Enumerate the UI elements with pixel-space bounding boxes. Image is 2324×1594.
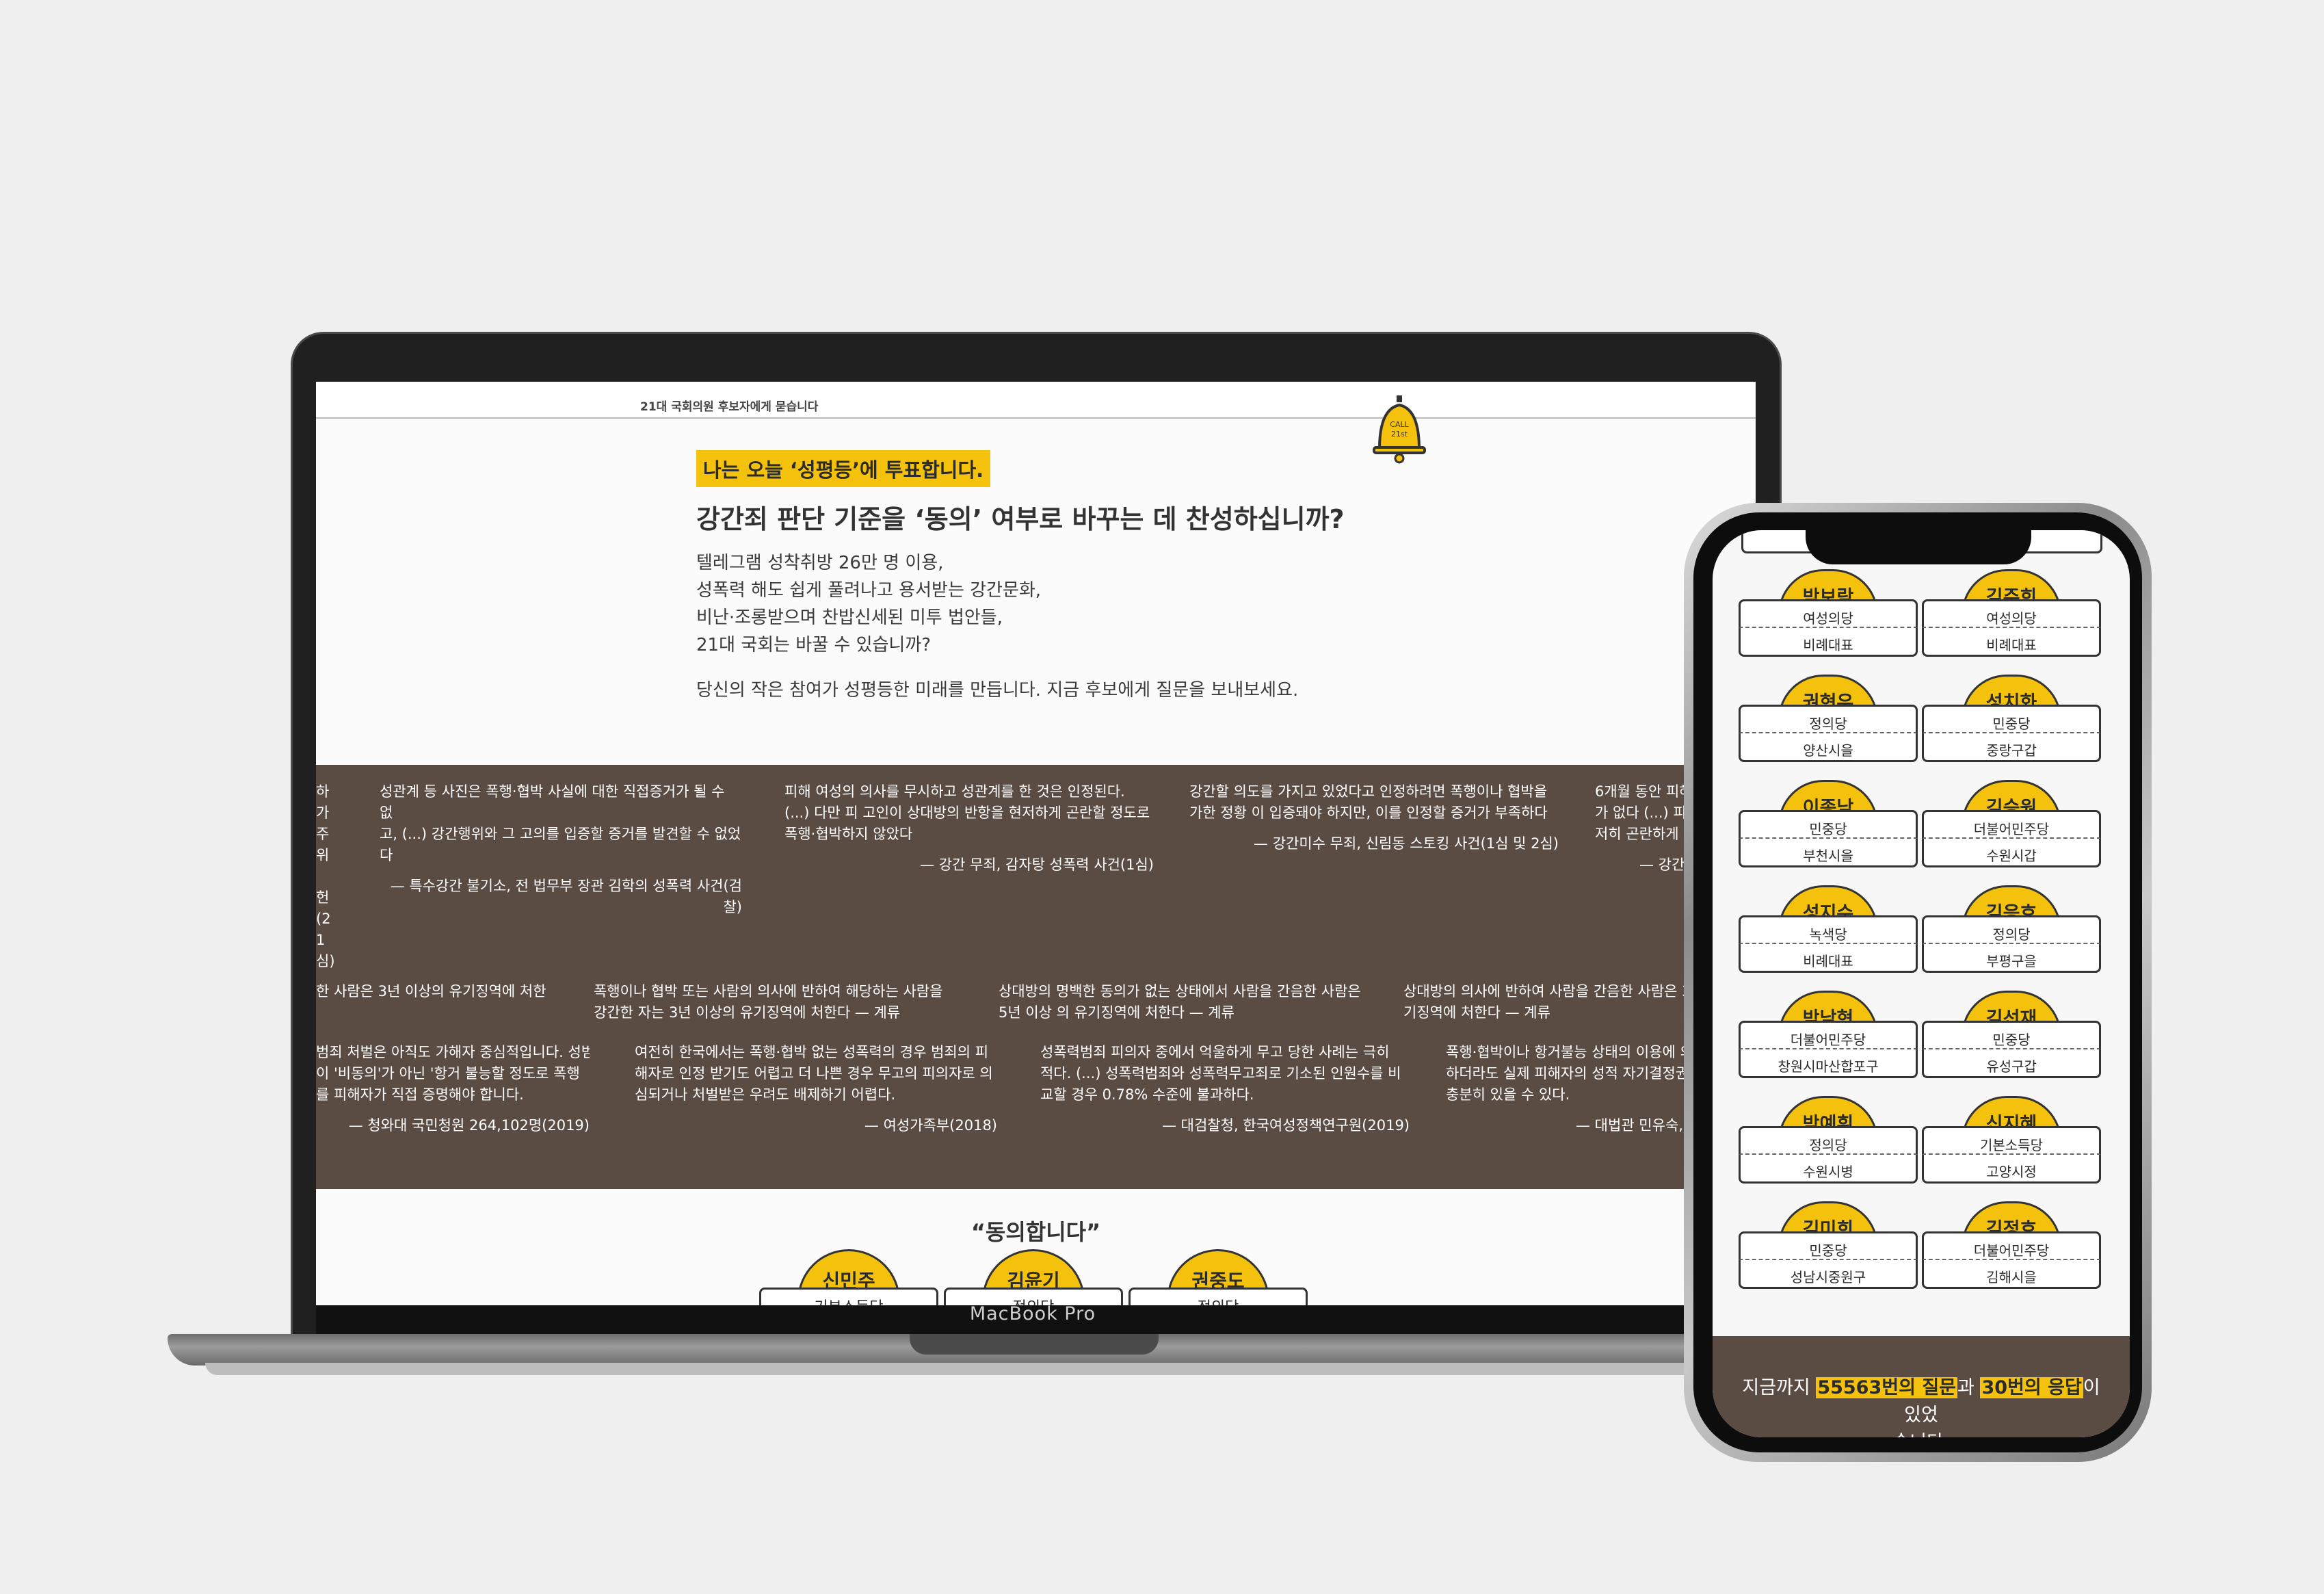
candidate-card[interactable]: 박남현 더불어민주당 창원시마산합포구 [1739, 991, 1918, 1086]
laptop-screen: 21대 국회의원 후보자에게 묻습니다 CALL 21st 나는 오늘 ‘성평등… [316, 382, 1756, 1305]
laptop-shadow [205, 1363, 1874, 1375]
candidate-region: 창원시마산합포구 [1739, 1049, 1918, 1078]
intro-text: 텔레그램 성착취방 26만 명 이용, 성폭력 해도 쉽게 풀려나고 용서받는 … [696, 553, 1042, 655]
candidate-card[interactable]: 김정호 더불어민주당 김해시을 [1922, 1201, 2101, 1297]
candidate-card[interactable]: 김주희 여성의당 비례대표 [1922, 569, 2101, 665]
cta-text: 당신의 작은 참여가 성평등한 미래를 만듭니다. 지금 후보에게 질문을 보내… [696, 680, 1299, 701]
phone-screen: 박보람 여성의당 비례대표 김주희 여성의당 비례대표 권현우 정의당 양산시을 성치화 민중당 중랑… [1713, 530, 2130, 1437]
candidate-party: 정의당 [1739, 705, 1918, 733]
candidate-party: 여성의당 [1739, 599, 1918, 628]
candidate-card[interactable]: 김선재 민중당 유성구갑 [1922, 991, 2101, 1086]
candidate-region: 비례대표 [1739, 944, 1918, 973]
candidate-party: 더불어민주당 [1922, 1231, 2101, 1260]
candidate-party: 녹색당 [1739, 915, 1918, 944]
candidate-card[interactable]: 이종남 민중당 부천시을 [1739, 780, 1918, 876]
question-count: 55563번의 질문 [1816, 1377, 1958, 1398]
candidate-party: 민중당 [1922, 705, 2101, 733]
bell-logo-icon[interactable]: CALL 21st [1373, 395, 1426, 464]
quote-card: 하가주위 헌(2 1심) [316, 783, 335, 969]
candidate-region: 김해시을 [1922, 1260, 2101, 1289]
candidate-party: 기본소득당 [1922, 1126, 2101, 1155]
site-header: 21대 국회의원 후보자에게 묻습니다 [316, 382, 1756, 419]
quote-card: 성관계 등 사진은 폭행·협박 사실에 대한 직접증거가 될 수 없 고, (..… [380, 783, 742, 915]
quote-card: 여전히 한국에서는 폭행·협박 없는 성폭력의 경우 범죄의 피 해자로 인정 받… [635, 1044, 997, 1134]
candidate-card[interactable]: 신지혜 기본소득당 고양시정 [1922, 1096, 2101, 1192]
svg-text:CALL: CALL [1390, 420, 1409, 429]
candidate-region: 수원시병 [1739, 1155, 1918, 1184]
stats-footer: 지금까지 55563번의 질문과 30번의 응답이 있었습니다. [1713, 1336, 2130, 1437]
quote-card: 범죄 처벌은 아직도 가해자 중심적입니다. 성범 이 '비동의'가 아닌 '항거… [316, 1044, 590, 1134]
candidate-card[interactable]: 박예휘 정의당 수원시병 [1739, 1096, 1918, 1192]
candidate-party: 민중당 [1739, 810, 1918, 839]
candidate-party: 더불어민주당 [1739, 1021, 1918, 1049]
quote-band: 하가주위 헌(2 1심) 성관계 등 사진은 폭행·협박 사실에 대한 직접증거가… [316, 765, 1756, 1189]
candidate-region: 중랑구갑 [1922, 733, 2101, 762]
svg-text:21st: 21st [1391, 430, 1408, 439]
laptop-hinge-notch [910, 1334, 1159, 1355]
laptop-brand: MacBook Pro [969, 1303, 1096, 1324]
quote-card: 피해 여성의 의사를 무시하고 성관계를 한 것은 인정된다. (...) 다만 … [784, 783, 1154, 873]
candidate-region: 양산시을 [1739, 733, 1918, 762]
candidate-party: 정의당 [1922, 915, 2101, 944]
candidate-card[interactable]: 김윤기 정의당 [944, 1249, 1123, 1305]
candidate-party: 더불어민주당 [1922, 810, 2101, 839]
answer-count: 30번의 응답 [1980, 1377, 2083, 1398]
candidate-card[interactable]: 김미희 민중당 성남시중원구 [1739, 1201, 1918, 1297]
agree-title: “동의합니다” [970, 1219, 1101, 1245]
phone-notch [1806, 530, 2031, 564]
candidate-card[interactable]: 박보람 여성의당 비례대표 [1739, 569, 1918, 665]
candidate-card[interactable]: 김승원 더불어민주당 수원시갑 [1922, 780, 2101, 876]
candidate-party: 정의당 [1739, 1126, 1918, 1155]
quote-card: 강간할 의도를 가지고 있었다고 인정하려면 폭행이나 협박을 가한 정황 이 입… [1189, 783, 1559, 852]
candidate-party: 여성의당 [1922, 599, 2101, 628]
candidate-region: 비례대표 [1739, 628, 1918, 657]
candidate-party: 민중당 [1922, 1021, 2101, 1049]
candidate-region: 부평구을 [1922, 944, 2101, 973]
candidate-region: 성남시중원구 [1739, 1260, 1918, 1289]
candidate-region: 고양시정 [1922, 1155, 2101, 1184]
candidate-region: 수원시갑 [1922, 839, 2101, 867]
question-headline: 강간죄 판단 기준을 ‘동의’ 여부로 바꾸는 데 찬성하십니까? [696, 504, 1345, 534]
candidate-card[interactable]: 김응호 정의당 부평구을 [1922, 885, 2101, 981]
quote-card: 성폭력범죄 피의자 중에서 억울하게 무고 당한 사례는 극히 적다. (...)… [1040, 1044, 1410, 1134]
vote-badge: 나는 오늘 ‘성평등’에 투표합니다. [696, 450, 991, 487]
candidate-card[interactable]: 성치화 민중당 중랑구갑 [1922, 675, 2101, 770]
candidate-card[interactable]: 권중도 정의당 [1128, 1249, 1308, 1305]
law-proposal: 폭행이나 협박 또는 사람의 의사에 반하여 해당하는 사람을 강간한 자는 3년… [594, 983, 943, 1021]
site-title[interactable]: 21대 국회의원 후보자에게 묻습니다 [640, 397, 818, 414]
candidate-region: 비례대표 [1922, 628, 2101, 657]
candidate-card[interactable]: 권현우 정의당 양산시을 [1739, 675, 1918, 770]
law-proposal: 상대방의 명백한 동의가 없는 상태에서 사람을 간음한 사람은 5년 이상 의 … [999, 983, 1361, 1021]
candidate-card[interactable]: 성지수 녹색당 비례대표 [1739, 885, 1918, 981]
candidate-region: 부천시을 [1739, 839, 1918, 867]
candidate-party: 민중당 [1739, 1231, 1918, 1260]
candidate-card[interactable]: 신민주 기본소득당 [759, 1249, 938, 1305]
candidate-region: 유성구갑 [1922, 1049, 2101, 1078]
law-proposal: 한 사람은 3년 이상의 유기징역에 처한 [316, 983, 546, 999]
